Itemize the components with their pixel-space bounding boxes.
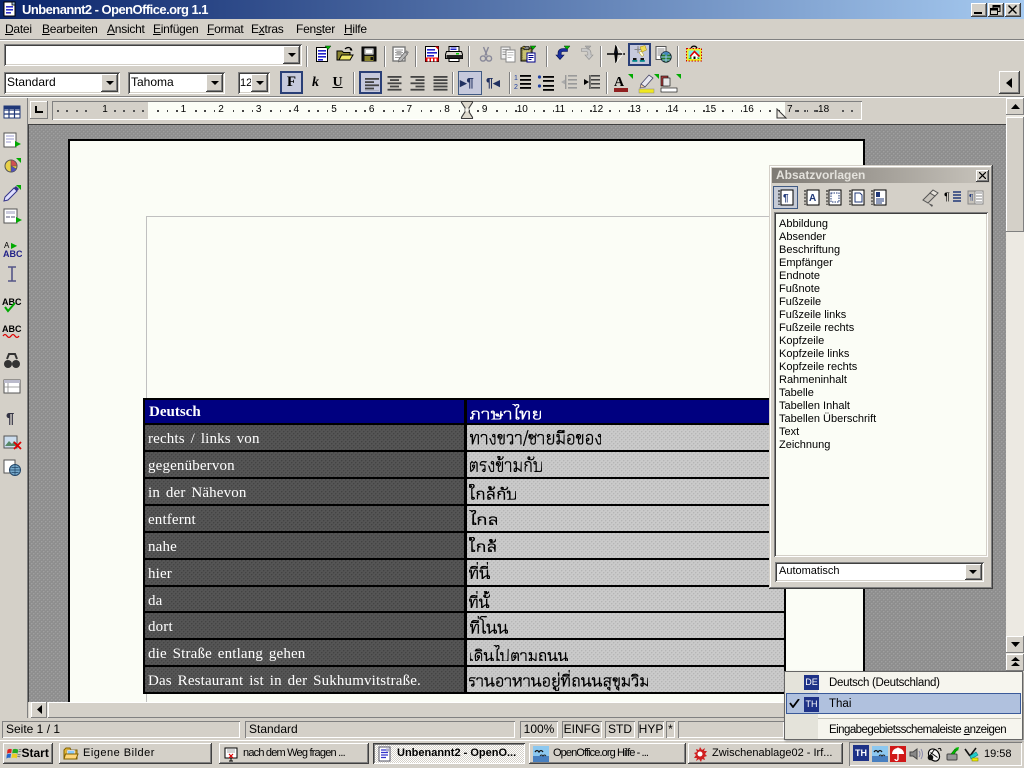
svg-text:1: 1	[514, 75, 518, 82]
svg-text:¶: ¶	[944, 191, 950, 203]
svg-text:¶: ¶	[6, 410, 14, 427]
svg-text:¶: ¶	[969, 193, 973, 202]
svg-text:ABC: ABC	[3, 249, 22, 259]
svg-text:ABC: ABC	[2, 324, 22, 334]
svg-text:A: A	[809, 193, 816, 204]
svg-text:2: 2	[514, 84, 518, 91]
svg-text:¶: ¶	[783, 193, 789, 204]
svg-text:A: A	[614, 75, 625, 90]
